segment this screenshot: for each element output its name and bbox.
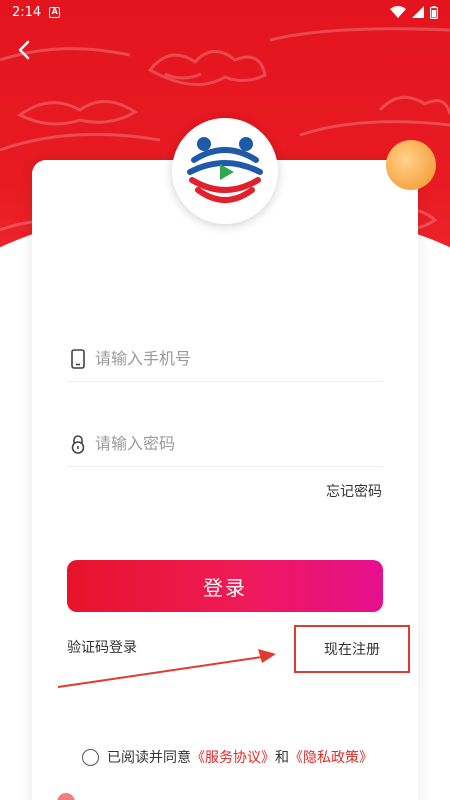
agreement-row: 已阅读并同意 《服务协议》 和 《隐私政策》 — [82, 746, 373, 768]
back-button[interactable] — [10, 36, 38, 64]
notification-badge-icon: A — [49, 6, 61, 18]
agreement-and: 和 — [275, 750, 289, 766]
app-logo — [172, 118, 278, 224]
phone-icon — [67, 348, 89, 370]
agreement-prefix: 已阅读并同意 — [107, 750, 191, 766]
privacy-policy-link[interactable]: 《隐私政策》 — [289, 747, 373, 767]
password-field — [67, 421, 383, 467]
status-time: 2:14 — [12, 4, 42, 20]
status-left: 2:14 A — [12, 4, 61, 20]
phone-input[interactable] — [95, 349, 383, 368]
logo-icon — [187, 137, 263, 203]
decorative-sun-icon — [386, 140, 436, 190]
sms-login-link[interactable]: 验证码登录 — [67, 637, 137, 657]
password-input[interactable] — [95, 434, 383, 453]
agree-checkbox[interactable] — [82, 748, 99, 766]
status-right — [390, 5, 438, 19]
login-button[interactable]: 登录 — [67, 560, 383, 612]
wifi-icon — [390, 6, 406, 18]
register-label: 现在注册 — [324, 642, 380, 658]
status-bar: 2:14 A — [0, 0, 450, 24]
login-card — [32, 160, 418, 800]
service-agreement-link[interactable]: 《服务协议》 — [191, 747, 275, 767]
forgot-password-link[interactable]: 忘记密码 — [326, 481, 382, 501]
phone-field — [67, 336, 383, 382]
lock-icon — [67, 433, 89, 455]
signal-icon — [412, 6, 424, 18]
back-arrow-icon — [18, 40, 30, 60]
battery-icon — [430, 5, 438, 19]
register-link[interactable]: 现在注册 — [294, 625, 410, 673]
